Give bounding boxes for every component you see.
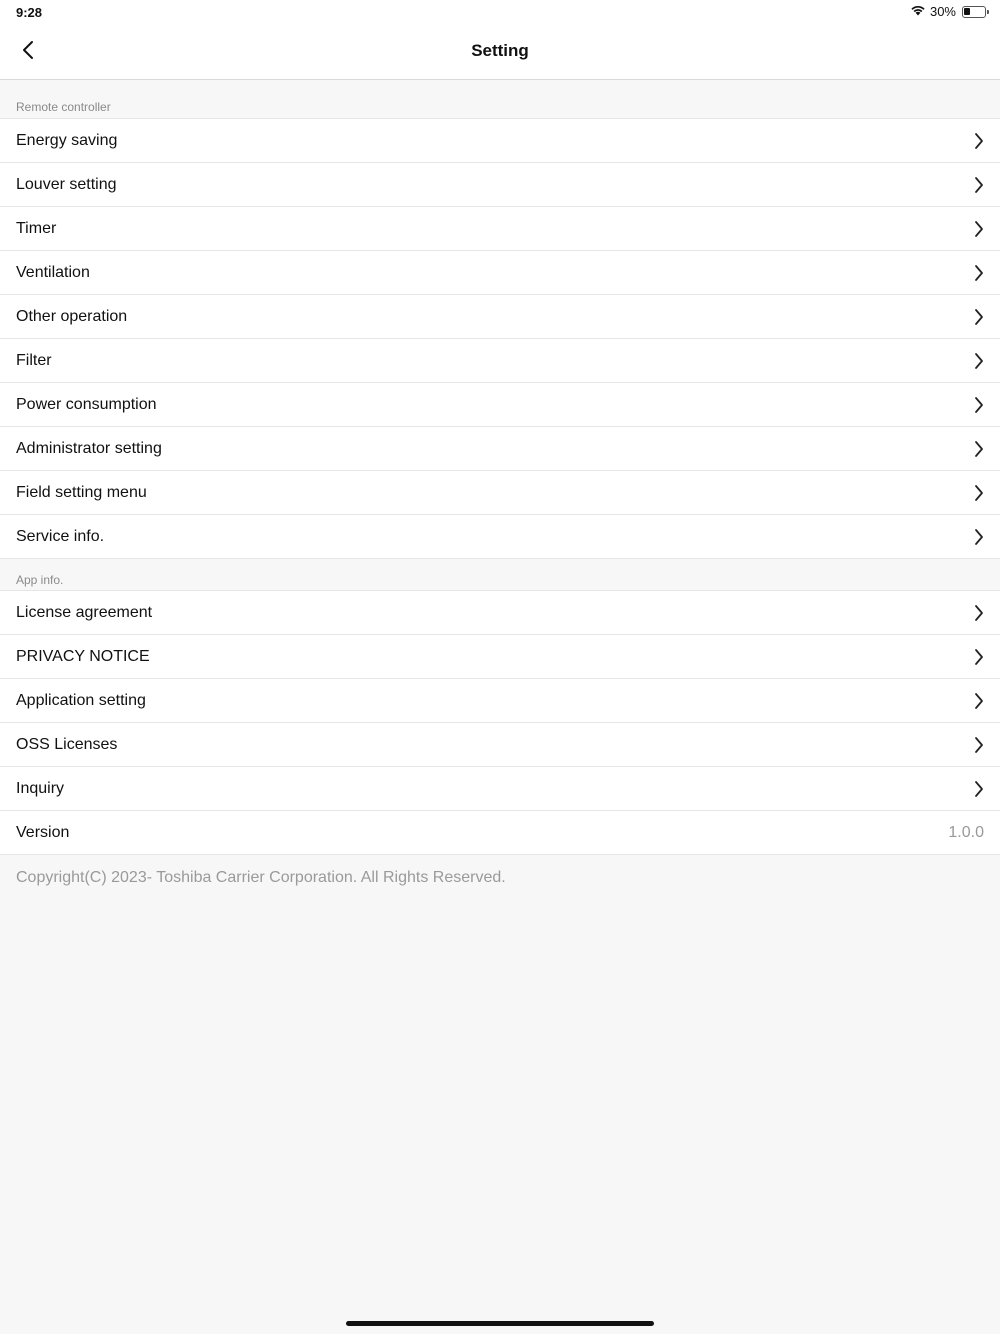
section-header-remote-controller: Remote controller	[0, 81, 1000, 119]
menu-item-application-setting[interactable]: Application setting	[0, 679, 1000, 723]
menu-item-label: Filter	[16, 351, 52, 369]
menu-item-oss-licenses[interactable]: OSS Licenses	[0, 723, 1000, 767]
menu-item-label: License agreement	[16, 603, 153, 621]
wifi-icon	[910, 4, 926, 19]
menu-item-label: Ventilation	[16, 263, 90, 281]
page-title: Setting	[471, 41, 529, 60]
menu-item-label: Timer	[16, 219, 57, 237]
menu-item-inquiry[interactable]: Inquiry	[0, 767, 1000, 811]
chevron-right-icon	[970, 736, 988, 754]
menu-item-service-info[interactable]: Service info.	[0, 515, 1000, 559]
menu-item-louver-setting[interactable]: Louver setting	[0, 163, 1000, 207]
menu-item-label: Louver setting	[16, 175, 117, 193]
chevron-right-icon	[970, 780, 988, 798]
chevron-right-icon	[970, 352, 988, 370]
chevron-right-icon	[970, 176, 988, 194]
menu-item-label: Application setting	[16, 691, 146, 709]
chevron-right-icon	[970, 604, 988, 622]
menu-item-label: Other operation	[16, 307, 128, 325]
menu-item-label: Power consumption	[16, 395, 157, 413]
menu-item-power-consumption[interactable]: Power consumption	[0, 383, 1000, 427]
version-label: Version	[16, 823, 70, 841]
menu-item-energy-saving[interactable]: Energy saving	[0, 119, 1000, 163]
battery-icon	[962, 5, 989, 18]
battery-level	[964, 7, 970, 15]
menu-item-label: Administrator setting	[16, 439, 162, 457]
chevron-right-icon	[970, 396, 988, 414]
version-value: 1.0.0	[948, 823, 984, 841]
menu-item-timer[interactable]: Timer	[0, 207, 1000, 251]
menu-item-label: Service info.	[16, 527, 105, 545]
home-indicator[interactable]	[346, 1321, 654, 1326]
menu-item-other-operation[interactable]: Other operation	[0, 295, 1000, 339]
navigation-bar: Setting	[0, 26, 1000, 80]
menu-item-license-agreement[interactable]: License agreement	[0, 591, 1000, 635]
status-bar: 9:28 30%	[0, 0, 1000, 26]
chevron-right-icon	[970, 440, 988, 458]
chevron-right-icon	[970, 692, 988, 710]
chevron-right-icon	[970, 132, 988, 150]
menu-item-ventilation[interactable]: Ventilation	[0, 251, 1000, 295]
menu-item-filter[interactable]: Filter	[0, 339, 1000, 383]
section-header-app-info: App info.	[0, 559, 1000, 591]
menu-item-label: PRIVACY NOTICE	[16, 647, 150, 665]
chevron-right-icon	[970, 648, 988, 666]
menu-item-privacy-notice[interactable]: PRIVACY NOTICE	[0, 635, 1000, 679]
version-row: Version 1.0.0	[0, 811, 1000, 855]
chevron-right-icon	[970, 308, 988, 326]
status-time: 9:28	[16, 5, 43, 20]
menu-item-label: Inquiry	[16, 779, 65, 797]
menu-item-field-setting-menu[interactable]: Field setting menu	[0, 471, 1000, 515]
settings-list: Remote controller Energy saving Louver s…	[0, 81, 1000, 901]
status-indicators: 30%	[910, 4, 989, 19]
menu-item-label: Field setting menu	[16, 483, 147, 501]
menu-item-label: OSS Licenses	[16, 735, 118, 753]
menu-item-label: Energy saving	[16, 131, 118, 149]
copyright-text: Copyright(C) 2023- Toshiba Carrier Corpo…	[16, 869, 506, 886]
chevron-right-icon	[970, 528, 988, 546]
chevron-right-icon	[970, 484, 988, 502]
chevron-right-icon	[970, 220, 988, 238]
chevron-right-icon	[970, 264, 988, 282]
battery-percent: 30%	[929, 4, 956, 19]
menu-item-administrator-setting[interactable]: Administrator setting	[0, 427, 1000, 471]
